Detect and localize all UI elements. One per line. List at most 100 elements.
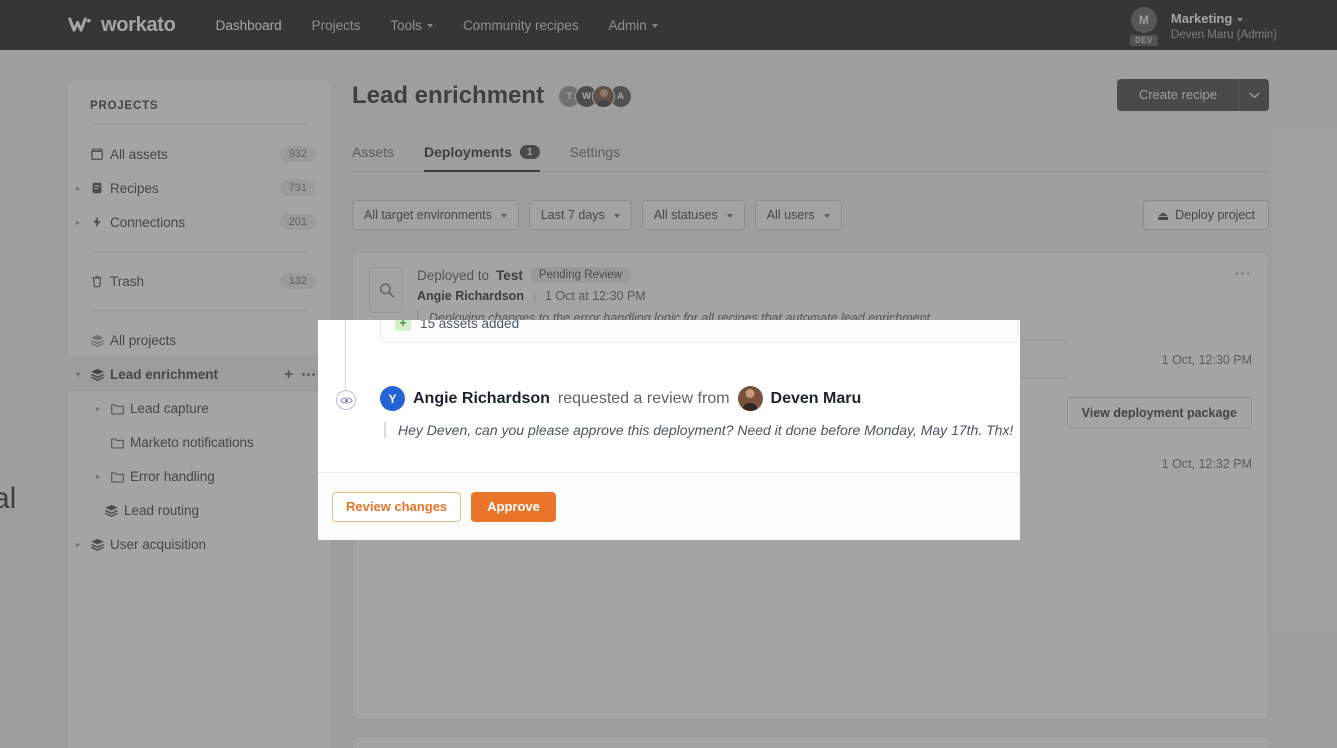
add-project-button[interactable]: + (284, 366, 293, 383)
brand-name: workato (101, 13, 176, 36)
app-root: workato Dashboard Projects Tools Communi… (0, 0, 1337, 748)
stack-icon (104, 503, 124, 518)
brand-logo[interactable]: workato (68, 14, 176, 37)
approve-button[interactable]: Approve (471, 491, 556, 522)
review-request-footer: Review changes Approve (318, 472, 1020, 540)
nav-item-dashboard[interactable]: Dashboard (216, 18, 282, 33)
create-recipe-dropdown-button[interactable] (1239, 79, 1269, 111)
timeline-timestamp: 1 Oct, 12:32 PM (1161, 457, 1252, 471)
sidebar-item-actions: + ⋯ (284, 365, 316, 384)
sidebar-item-count: 932 (279, 146, 316, 162)
chevron-down-icon (426, 24, 433, 28)
review-request-popover: + 15 assets added Y Angie Richardson req… (318, 320, 1020, 540)
avatar-photo[interactable] (592, 84, 616, 108)
collaborator-avatars: T W A (558, 84, 633, 108)
sidebar-item-label: Connections (110, 214, 186, 230)
filter-date-range[interactable]: Last 7 days (528, 200, 632, 230)
chevron-right-icon[interactable]: ▸ (96, 404, 108, 413)
sidebar-item-error-handling[interactable]: ▸ Error handling (68, 459, 330, 493)
review-request-header: Y Angie Richardson requested a review fr… (380, 386, 861, 411)
eye-icon (336, 390, 356, 410)
avatar: M DEV (1127, 7, 1161, 46)
environment-name: Test (496, 267, 523, 283)
filter-users[interactable]: All users (754, 200, 842, 230)
avatar: Y (380, 386, 405, 411)
deployment-card[interactable]: ⋯ Deployed to Test Success Abed Nadir (352, 736, 1269, 748)
tab-assets[interactable]: Assets (352, 144, 394, 171)
deploy-project-button[interactable]: ⏏ Deploy project (1143, 200, 1269, 230)
chevron-right-icon[interactable]: ▸ (96, 472, 108, 481)
account-labels: Marketing Deven Maru (Admin) (1171, 10, 1277, 43)
nav-item-projects[interactable]: Projects (312, 18, 361, 33)
sidebar-item-count: 132 (279, 273, 316, 289)
account-menu[interactable]: M DEV Marketing Deven Maru (Admin) (1127, 7, 1277, 46)
chevron-down-icon[interactable]: ▾ (76, 370, 88, 379)
sidebar-item-user-acquisition[interactable]: ▸ User acquisition (68, 527, 330, 561)
nav-item-community-recipes[interactable]: Community recipes (463, 18, 579, 33)
sidebar-item-label: Marketo notifications (130, 434, 254, 450)
create-recipe-button[interactable]: Create recipe (1116, 79, 1239, 111)
sidebar-item-label: Error handling (130, 468, 215, 484)
card-more-menu[interactable]: ⋯ (1234, 265, 1252, 282)
bolt-icon (90, 215, 110, 229)
folder-icon (110, 469, 130, 484)
chevron-right-icon[interactable]: ▸ (76, 218, 88, 227)
filter-statuses[interactable]: All statuses (641, 200, 745, 230)
sidebar-item-marketo-notifications[interactable]: ▸ Marketo notifications (68, 425, 330, 459)
sidebar-item-lead-routing[interactable]: ▸ Lead routing (68, 493, 330, 527)
chevron-right-icon[interactable]: ▸ (76, 184, 88, 193)
chevron-down-icon (1237, 17, 1244, 22)
view-deployment-package-button[interactable]: View deployment package (1066, 397, 1252, 429)
chevron-right-icon[interactable]: ▸ (76, 540, 88, 549)
nav-item-tools[interactable]: Tools (390, 18, 433, 33)
stack-icon (90, 367, 110, 382)
sidebar-item-lead-enrichment[interactable]: ▾ Lead enrichment + ⋯ (68, 357, 330, 391)
nav-items: Dashboard Projects Tools Community recip… (216, 18, 658, 33)
box-icon (90, 147, 110, 161)
recipe-icon (90, 181, 110, 195)
environment-badge: DEV (1130, 35, 1158, 46)
deploy-project-label: Deploy project (1175, 208, 1255, 222)
sidebar-item-trash[interactable]: ▸ Trash 132 (68, 264, 330, 298)
create-recipe-group: Create recipe (1116, 79, 1269, 111)
chevron-down-icon (823, 214, 830, 218)
sidebar-item-recipes[interactable]: ▸ Recipes 731 (68, 171, 330, 205)
card-title-row: Deployed to Test Pending Review (417, 267, 1252, 283)
tab-label: Deployments (424, 144, 512, 160)
requester-name: Angie Richardson (413, 389, 550, 407)
sidebar-item-count: 201 (279, 214, 316, 230)
nav-item-admin[interactable]: Admin (608, 18, 658, 33)
view-deployment-package-label: View deployment package (1081, 406, 1237, 420)
account-org-label: Marketing (1170, 10, 1233, 26)
chevron-right-icon: ▸ (90, 506, 102, 515)
filter-target-environments[interactable]: All target environments (352, 200, 519, 230)
chevron-right-icon: ▸ (76, 150, 88, 159)
sidebar-item-label: Trash (110, 273, 145, 289)
review-request-body: + 15 assets added Y Angie Richardson req… (318, 320, 1020, 472)
sidebar-item-label: All assets (110, 146, 168, 162)
filter-label: All users (766, 208, 815, 222)
assets-added-row[interactable]: + 15 assets added (380, 320, 1018, 343)
chevron-down-icon (651, 24, 658, 28)
project-more-button[interactable]: ⋯ (301, 365, 316, 383)
filter-label: Last 7 days (540, 208, 605, 222)
deployment-icon (369, 267, 403, 313)
sidebar-item-connections[interactable]: ▸ Connections 201 (68, 205, 330, 239)
clipped-edge-text: val (0, 482, 17, 515)
review-changes-button[interactable]: Review changes (332, 491, 462, 522)
sidebar-item-lead-capture[interactable]: ▸ Lead capture (68, 391, 330, 425)
tab-deployments[interactable]: Deployments 1 (424, 144, 540, 172)
review-request-message: Hey Deven, can you please approve this d… (384, 422, 1013, 438)
assets-added-clipped-row: + 15 assets added (380, 320, 1020, 343)
timestamp: 1 Oct at 12:30 PM (544, 289, 646, 303)
sidebar-item-label: All projects (110, 332, 177, 348)
reviewee-name: Deven Maru (770, 389, 862, 407)
folder-icon (110, 435, 130, 450)
sidebar-item-all-assets[interactable]: ▸ All assets 932 (68, 137, 330, 171)
stack-icon (90, 333, 110, 348)
sidebar-item-all-projects[interactable]: ▸ All projects (68, 323, 330, 357)
tab-settings[interactable]: Settings (570, 144, 621, 171)
